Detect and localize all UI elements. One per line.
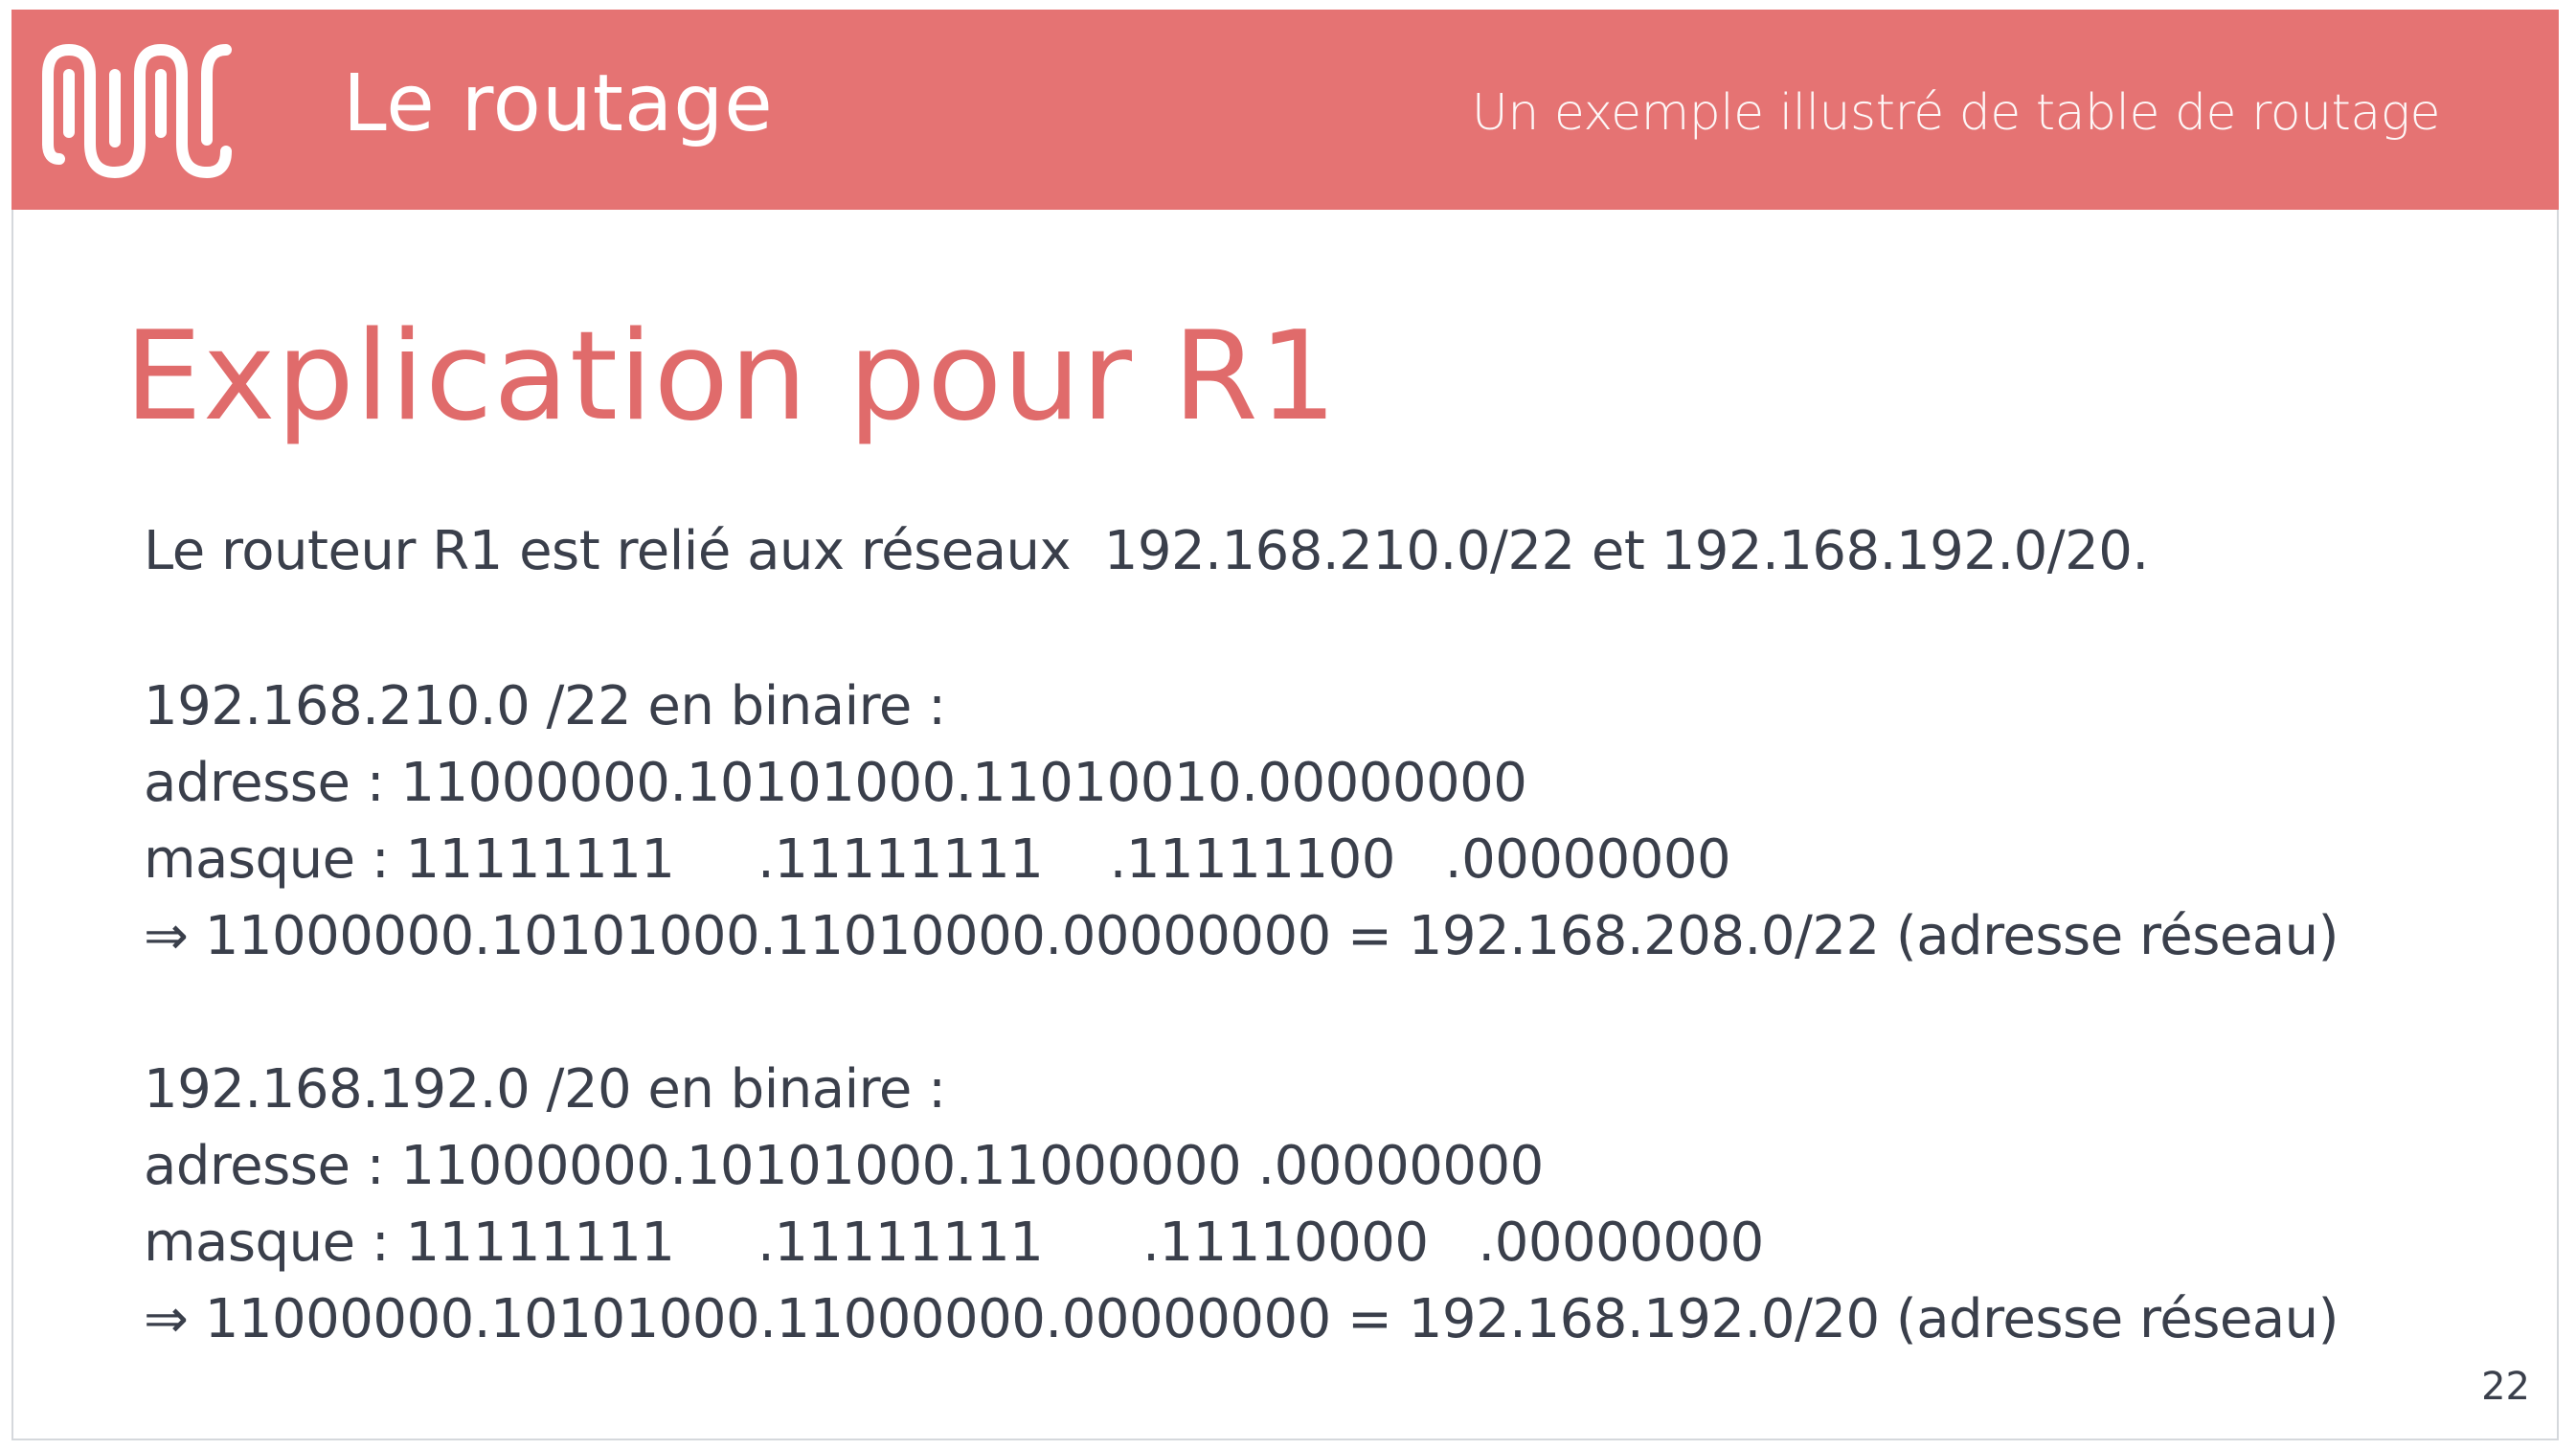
wave-logo-icon xyxy=(42,44,232,178)
body-line: ⇒ 11000000.10101000.11010000.00000000 = … xyxy=(144,905,2339,967)
body-line: 192.168.192.0 /20 en binaire : xyxy=(144,1058,946,1121)
body-line: masque : 11111111 .11111111 .11111100 .0… xyxy=(144,828,1731,891)
body-line: Le routeur R1 est relié aux réseaux 192.… xyxy=(144,520,2149,582)
body-line: adresse : 11000000.10101000.11010010.000… xyxy=(144,752,1527,814)
body-line: ⇒ 11000000.10101000.11000000.00000000 = … xyxy=(144,1288,2339,1350)
body-line: 192.168.210.0 /22 en binaire : xyxy=(144,675,946,737)
body-line: masque : 11111111 .11111111 .11110000 .0… xyxy=(144,1212,1764,1274)
slide-title: Explication pour R1 xyxy=(124,306,1339,448)
header-title: Le routage xyxy=(343,58,774,149)
header-subtitle: Un exemple illustré de table de routage xyxy=(1471,84,2441,142)
page-number: 22 xyxy=(2481,1365,2530,1409)
body-line: adresse : 11000000.10101000.11000000 .00… xyxy=(144,1135,1544,1197)
